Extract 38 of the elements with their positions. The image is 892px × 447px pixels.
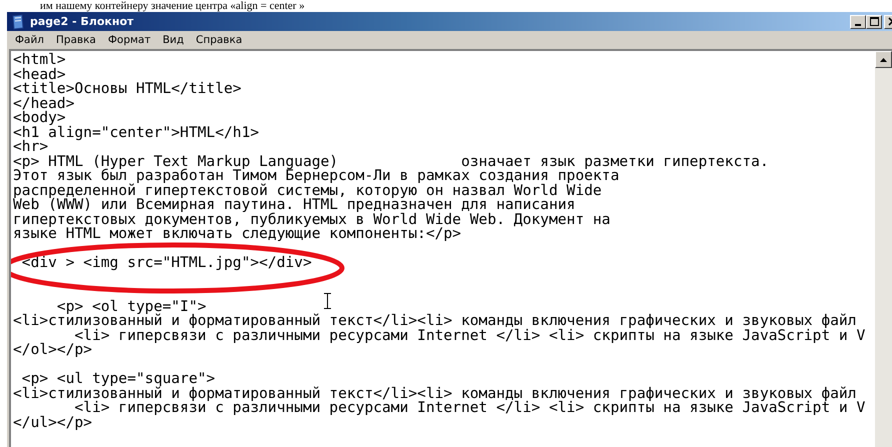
maximize-button[interactable] [866, 14, 882, 28]
code-line: <li>стилизованный и форматированный текст</li><li> команды включения графических и звуковых файл [13, 314, 856, 328]
notepad-icon [11, 14, 25, 30]
code-line: <body> [13, 111, 66, 126]
code-line: Этот язык был разработан Тимом Бернерсом-Ли в рамках создания проекта [13, 169, 620, 184]
code-line: <li> гиперсвязи с различными ресурсами Internet </li> <li> скрипты на языке JavaScript и V [74, 328, 866, 343]
window-title: page2 - Блокнот [30, 15, 134, 28]
code-line: <p> <ul type="square"> [22, 372, 216, 386]
minimize-button[interactable] [850, 14, 866, 28]
menu-item[interactable]: Вид [156, 34, 190, 46]
code-line: гипертекстовых документов, публикуемых в World Wide Web. Документ на [13, 212, 610, 227]
scroll-up-button[interactable] [875, 51, 892, 68]
maximize-icon [870, 17, 878, 26]
menu-item[interactable]: Правка [50, 34, 102, 46]
code-line: </ul></p> [13, 416, 92, 430]
code-line: <title>Основы HTML</title> [13, 82, 242, 96]
code-line: <head> [13, 68, 66, 82]
code-line: <hr> [13, 140, 48, 154]
code-line: <div > <img src="HTML.jpg"></div> [20, 256, 312, 270]
up-arrow-icon [880, 58, 887, 62]
menu-item[interactable]: Файл [9, 34, 50, 46]
minimize-icon [855, 24, 861, 26]
code-line: языке HTML может включать следующие компоненты:</p> [13, 227, 462, 242]
code-line: <html> [13, 53, 66, 68]
code-line: </head> [13, 96, 75, 111]
menu-item[interactable]: Справка [190, 34, 248, 46]
code-line: Web (WWW) или Всемирная паутина. HTML предназначен для написания [13, 198, 576, 212]
code-line: <p> <ol type="I"> [56, 300, 206, 314]
code-line: <li> гиперсвязи с различными ресурсами Internet </li> <li> скрипты на языке JavaScript и V [74, 401, 866, 416]
menu-item[interactable]: Формат [102, 34, 157, 46]
text-cursor-icon [324, 293, 331, 309]
code-line: <p> HTML (Hyper Text Markup Language) означает язык разметки гипертекста. [13, 154, 769, 169]
vertical-scrollbar[interactable] [875, 51, 892, 447]
code-line: <li>стилизованный и форматированный текст</li><li> команды включения графических и звуковых файл [13, 386, 856, 401]
caption-text: им нашему контейнеру значение центра «align = center » [39, 0, 306, 12]
code-line: </ol></p> [13, 343, 92, 358]
code-line: <h1 align="center">HTML</h1> [13, 126, 260, 140]
code-line: распределенной гипертекстовой системы, которую он назвал World Wide [13, 184, 602, 198]
